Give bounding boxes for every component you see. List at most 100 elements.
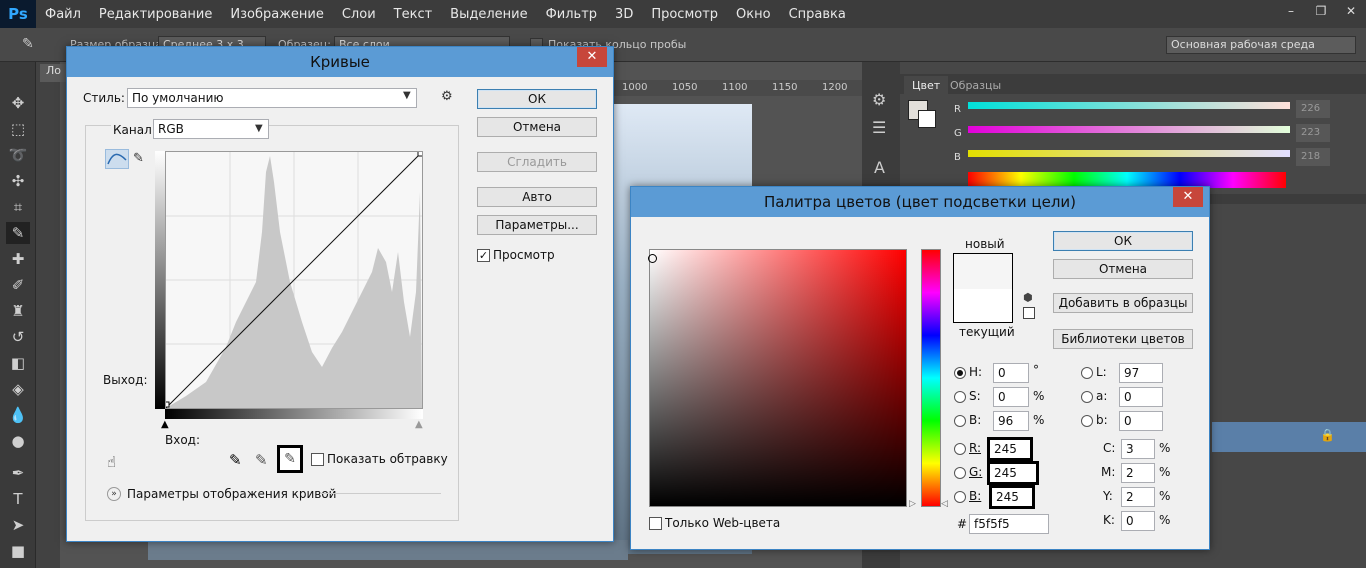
color-libraries-button[interactable]: Библиотеки цветов — [1053, 329, 1193, 349]
lab-b-radio[interactable] — [1081, 415, 1093, 427]
eyedropper-icon[interactable]: ✎ — [22, 36, 34, 52]
paint-bucket-icon[interactable]: ◈ — [6, 378, 30, 400]
picker-cancel-button[interactable]: Отмена — [1053, 259, 1193, 279]
picker-title-bar[interactable]: Палитра цветов (цвет подсветки цели) ✕ — [631, 187, 1209, 217]
brightness-field[interactable]: 96 — [993, 411, 1029, 431]
saturation-field[interactable]: 0 — [993, 387, 1029, 407]
dodge-tool-icon[interactable]: ● — [6, 430, 30, 452]
menu-type[interactable]: Текст — [385, 7, 442, 22]
hand-adjust-icon[interactable]: ☝ — [107, 453, 116, 471]
menu-image[interactable]: Изображение — [221, 7, 332, 22]
brush-tool-icon[interactable]: ✐ — [6, 274, 30, 296]
close-icon[interactable]: ✕ — [1336, 0, 1366, 22]
curve-display-options[interactable]: Параметры отображения кривой — [127, 487, 336, 501]
web-safe-icon[interactable] — [1023, 307, 1035, 319]
blue-radio[interactable] — [954, 491, 966, 503]
green-field[interactable]: 245 — [987, 461, 1039, 485]
tab-swatches[interactable]: Образцы — [942, 76, 1009, 94]
show-clipping-checkbox[interactable] — [311, 453, 324, 466]
lasso-tool-icon[interactable]: ➰ — [6, 144, 30, 166]
cyan-field[interactable]: 3 — [1121, 439, 1155, 459]
adjustments-panel-icon[interactable]: ☰ — [872, 118, 886, 137]
menu-layers[interactable]: Слои — [333, 7, 385, 22]
crop-tool-icon[interactable]: ⌗ — [6, 196, 30, 218]
curves-title-bar[interactable]: Кривые ✕ — [67, 47, 613, 77]
blur-tool-icon[interactable]: 💧 — [6, 404, 30, 426]
magenta-field[interactable]: 2 — [1121, 463, 1155, 483]
lab-a-field[interactable]: 0 — [1119, 387, 1163, 407]
menu-select[interactable]: Выделение — [441, 7, 536, 22]
menu-view[interactable]: Просмотр — [642, 7, 727, 22]
cube-icon[interactable]: ⬢ — [1023, 291, 1033, 304]
curves-graph[interactable] — [165, 151, 423, 409]
pen-tool-icon[interactable]: ✒ — [6, 462, 30, 484]
lab-l-radio[interactable] — [1081, 367, 1093, 379]
hex-field[interactable]: f5f5f5 — [969, 514, 1049, 534]
type-tool-icon[interactable]: T — [6, 488, 30, 510]
lab-a-radio[interactable] — [1081, 391, 1093, 403]
blue-field[interactable]: 245 — [989, 485, 1035, 509]
hue-arrow-right[interactable]: ◁ — [941, 499, 948, 509]
brightness-radio[interactable] — [954, 415, 966, 427]
lab-b-field[interactable]: 0 — [1119, 411, 1163, 431]
stamp-tool-icon[interactable]: ♜ — [6, 300, 30, 322]
quick-select-icon[interactable]: ✣ — [6, 170, 30, 192]
smooth-button[interactable]: Сгладить — [477, 152, 597, 172]
gray-eyedropper-icon[interactable]: ✎ — [255, 451, 268, 469]
black-eyedropper-icon[interactable]: ✎ — [229, 451, 242, 469]
hue-radio[interactable] — [954, 367, 966, 379]
layer-row-selected[interactable] — [1212, 422, 1366, 452]
eyedropper-tool-icon[interactable]: ✎ — [6, 222, 30, 244]
hue-slider[interactable] — [921, 249, 941, 507]
yellow-field[interactable]: 2 — [1121, 487, 1155, 507]
red-slider[interactable] — [968, 102, 1290, 109]
curves-ok-button[interactable]: ОК — [477, 89, 597, 109]
green-value[interactable]: 223 — [1296, 124, 1330, 142]
current-color-swatch[interactable] — [954, 289, 1012, 322]
menu-help[interactable]: Справка — [780, 7, 855, 22]
gear-icon[interactable]: ⚙ — [441, 89, 453, 104]
curves-close-button[interactable]: ✕ — [577, 47, 607, 67]
picker-ok-button[interactable]: ОК — [1053, 231, 1193, 251]
green-slider[interactable] — [968, 126, 1290, 133]
white-eyedropper-button[interactable]: ✎ — [277, 445, 303, 473]
minimize-icon[interactable]: – — [1276, 0, 1306, 22]
red-value[interactable]: 226 — [1296, 100, 1330, 118]
history-brush-icon[interactable]: ↺ — [6, 326, 30, 348]
menu-file[interactable]: Файл — [36, 7, 90, 22]
add-to-swatches-button[interactable]: Добавить в образцы — [1053, 293, 1193, 313]
blue-slider[interactable] — [968, 150, 1290, 157]
red-radio[interactable] — [954, 443, 966, 455]
curves-cancel-button[interactable]: Отмена — [477, 117, 597, 137]
preview-checkbox[interactable]: ✓ — [477, 249, 490, 262]
white-point-slider[interactable]: ▲ — [415, 419, 423, 430]
restore-icon[interactable]: ❐ — [1306, 0, 1336, 22]
channel-select[interactable]: RGB — [153, 119, 269, 139]
marquee-tool-icon[interactable]: ⬚ — [6, 118, 30, 140]
workspace-select[interactable]: Основная рабочая среда — [1166, 36, 1356, 54]
picker-close-button[interactable]: ✕ — [1173, 187, 1203, 207]
shape-tool-icon[interactable]: ■ — [6, 540, 30, 562]
expand-chevron-icon[interactable]: » — [107, 487, 121, 501]
pencil-icon[interactable]: ✎ — [133, 151, 144, 166]
style-select[interactable]: По умолчанию — [127, 88, 417, 108]
move-tool-icon[interactable]: ✥ — [6, 92, 30, 114]
character-panel-icon[interactable]: A — [874, 158, 885, 177]
lab-l-field[interactable]: 97 — [1119, 363, 1163, 383]
blue-value[interactable]: 218 — [1296, 148, 1330, 166]
saturation-radio[interactable] — [954, 391, 966, 403]
menu-filter[interactable]: Фильтр — [537, 7, 606, 22]
menu-3d[interactable]: 3D — [606, 7, 642, 22]
black-field[interactable]: 0 — [1121, 511, 1155, 531]
document-tab[interactable]: Ло — [40, 64, 68, 82]
menu-edit[interactable]: Редактирование — [90, 7, 221, 22]
background-swatch[interactable] — [918, 110, 936, 128]
history-panel-icon[interactable]: ⚙ — [872, 90, 886, 109]
green-radio[interactable] — [954, 467, 966, 479]
hue-arrow-left[interactable]: ▷ — [909, 499, 916, 509]
curve-points-icon[interactable] — [105, 149, 129, 169]
color-field[interactable] — [648, 249, 907, 507]
hue-field[interactable]: 0 — [993, 363, 1029, 383]
auto-button[interactable]: Авто — [477, 187, 597, 207]
menu-window[interactable]: Окно — [727, 7, 780, 22]
